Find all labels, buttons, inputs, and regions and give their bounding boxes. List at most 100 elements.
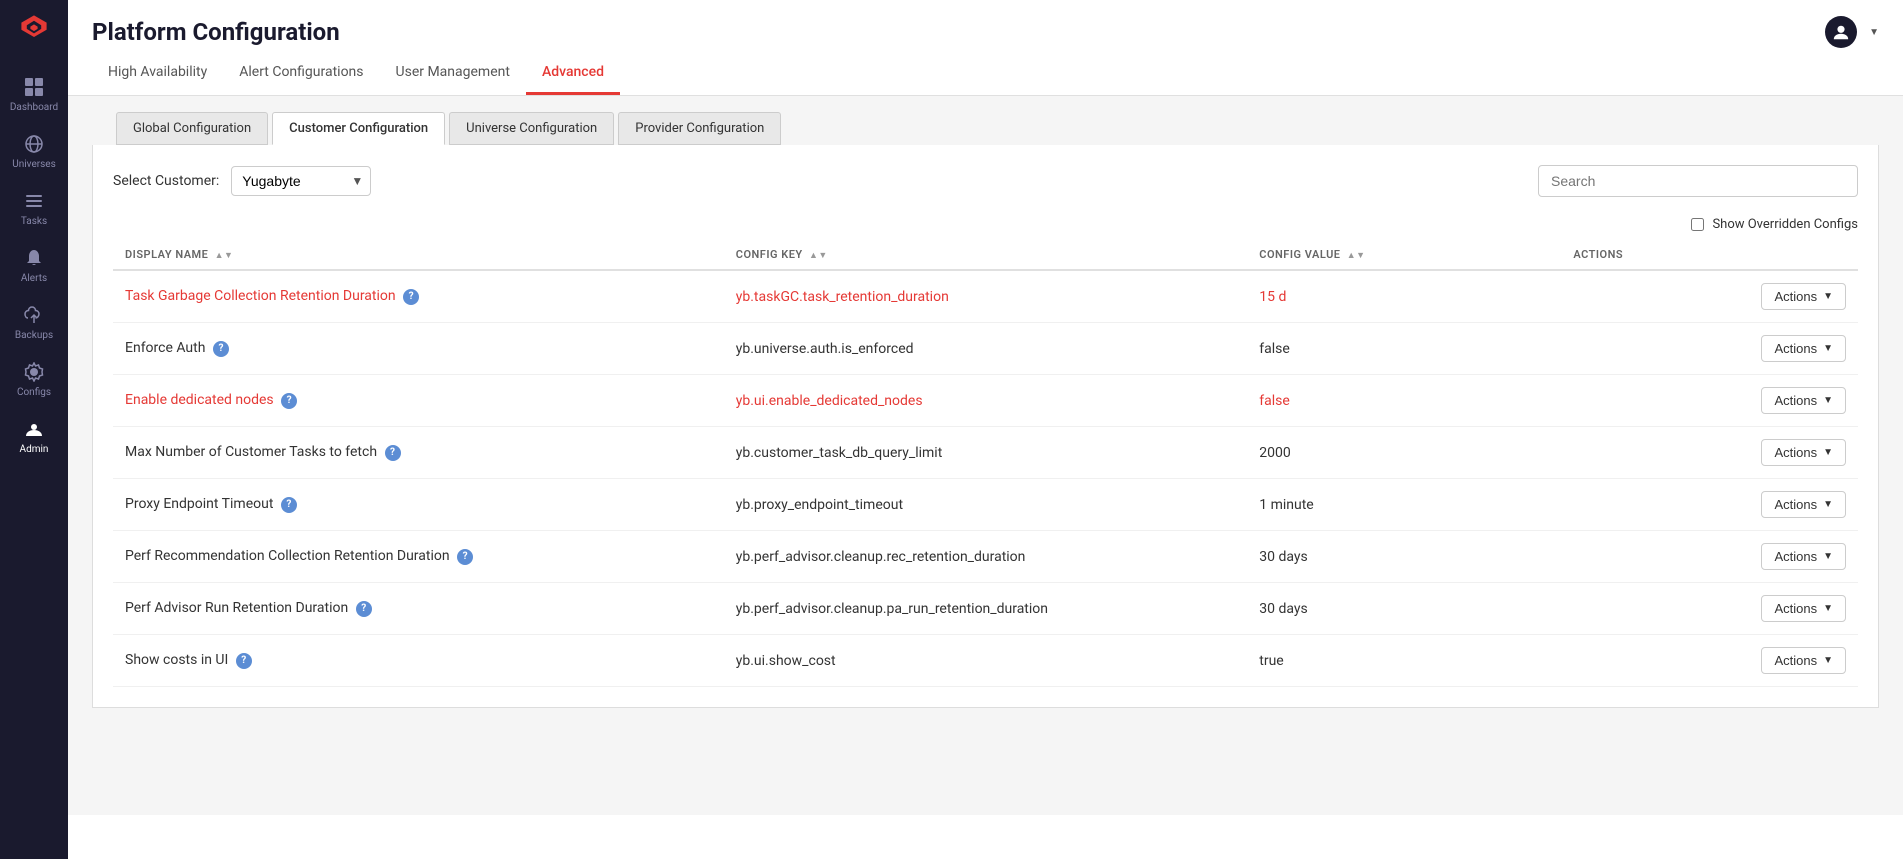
sidebar-item-universes[interactable]: Universes <box>0 123 68 180</box>
actions-dropdown-arrow-5: ▼ <box>1823 551 1833 562</box>
config-value-text-0: 15 d <box>1259 289 1286 305</box>
col-header-config-value: CONFIG VALUE ▲▼ <box>1247 240 1561 270</box>
help-icon-6[interactable]: ? <box>356 601 372 617</box>
table-row: Enable dedicated nodes ? yb.ui.enable_de… <box>113 375 1858 427</box>
tab-advanced[interactable]: Advanced <box>526 52 620 95</box>
show-overridden-checkbox[interactable] <box>1691 218 1704 231</box>
dashboard-icon <box>23 76 45 98</box>
main-content: Platform Configuration ▼ High Availabili… <box>68 0 1903 859</box>
sidebar-item-dashboard-label: Dashboard <box>10 102 58 113</box>
config-key-text-4: yb.proxy_endpoint_timeout <box>736 497 903 513</box>
tab-user-management[interactable]: User Management <box>380 52 526 95</box>
sub-tab-customer-configuration[interactable]: Customer Configuration <box>272 112 445 145</box>
topbar: Platform Configuration ▼ <box>68 0 1903 48</box>
table-row: Show costs in UI ? yb.ui.show_cost true … <box>113 635 1858 687</box>
actions-button-7[interactable]: Actions ▼ <box>1761 647 1846 674</box>
sub-tab-provider-configuration[interactable]: Provider Configuration <box>618 112 781 145</box>
search-input[interactable] <box>1538 165 1858 197</box>
sub-tab-universe-configuration[interactable]: Universe Configuration <box>449 112 614 145</box>
cell-actions-1: Actions ▼ <box>1561 323 1858 375</box>
cell-display-name-6: Perf Advisor Run Retention Duration ? <box>113 583 724 635</box>
cell-actions-5: Actions ▼ <box>1561 531 1858 583</box>
customer-select[interactable]: Yugabyte <box>231 166 371 196</box>
filter-left: Select Customer: Yugabyte ▼ <box>113 166 371 196</box>
customer-filter-label: Select Customer: <box>113 173 219 189</box>
help-icon-7[interactable]: ? <box>236 653 252 669</box>
actions-button-label-3: Actions <box>1774 445 1817 460</box>
help-icon-4[interactable]: ? <box>281 497 297 513</box>
actions-dropdown-arrow-7: ▼ <box>1823 655 1833 666</box>
cell-config-key-3: yb.customer_task_db_query_limit <box>724 427 1248 479</box>
actions-dropdown-arrow-2: ▼ <box>1823 395 1833 406</box>
show-overridden-label[interactable]: Show Overridden Configs <box>1712 217 1858 232</box>
sidebar-item-tasks[interactable]: Tasks <box>0 180 68 237</box>
config-key-text-7: yb.ui.show_cost <box>736 653 836 669</box>
cell-config-value-0: 15 d <box>1247 270 1561 323</box>
actions-dropdown-arrow-1: ▼ <box>1823 343 1833 354</box>
universes-icon <box>23 133 45 155</box>
sidebar-item-configs[interactable]: Configs <box>0 351 68 408</box>
col-header-config-key: CONFIG KEY ▲▼ <box>724 240 1248 270</box>
cell-display-name-4: Proxy Endpoint Timeout ? <box>113 479 724 531</box>
actions-button-6[interactable]: Actions ▼ <box>1761 595 1846 622</box>
col-header-actions: ACTIONS <box>1561 240 1858 270</box>
sidebar-item-admin[interactable]: Admin <box>0 408 68 465</box>
sidebar-item-backups[interactable]: Backups <box>0 294 68 351</box>
cell-actions-7: Actions ▼ <box>1561 635 1858 687</box>
table-row: Task Garbage Collection Retention Durati… <box>113 270 1858 323</box>
backups-icon <box>23 304 45 326</box>
display-name-text-6: Perf Advisor Run Retention Duration <box>125 600 348 616</box>
help-icon-5[interactable]: ? <box>457 549 473 565</box>
sort-display-name-icon[interactable]: ▲▼ <box>215 251 234 261</box>
actions-button-label-4: Actions <box>1774 497 1817 512</box>
config-key-text-0: yb.taskGC.task_retention_duration <box>736 289 949 305</box>
actions-button-label-2: Actions <box>1774 393 1817 408</box>
user-menu-chevron[interactable]: ▼ <box>1869 27 1879 38</box>
cell-config-key-4: yb.proxy_endpoint_timeout <box>724 479 1248 531</box>
sort-config-value-icon[interactable]: ▲▼ <box>1347 251 1366 261</box>
tab-high-availability[interactable]: High Availability <box>92 52 223 95</box>
alerts-icon <box>23 247 45 269</box>
cell-actions-3: Actions ▼ <box>1561 427 1858 479</box>
cell-display-name-1: Enforce Auth ? <box>113 323 724 375</box>
cell-actions-0: Actions ▼ <box>1561 270 1858 323</box>
user-avatar[interactable] <box>1825 16 1857 48</box>
sort-config-key-icon[interactable]: ▲▼ <box>809 251 828 261</box>
actions-button-2[interactable]: Actions ▼ <box>1761 387 1846 414</box>
actions-button-label-7: Actions <box>1774 653 1817 668</box>
cell-actions-4: Actions ▼ <box>1561 479 1858 531</box>
sidebar-item-alerts[interactable]: Alerts <box>0 237 68 294</box>
table-row: Enforce Auth ? yb.universe.auth.is_enfor… <box>113 323 1858 375</box>
sidebar-item-dashboard[interactable]: Dashboard <box>0 66 68 123</box>
admin-icon <box>23 418 45 440</box>
help-icon-0[interactable]: ? <box>403 289 419 305</box>
sub-tab-global-configuration[interactable]: Global Configuration <box>116 112 268 145</box>
display-name-text-0[interactable]: Task Garbage Collection Retention Durati… <box>125 288 396 304</box>
display-name-text-2[interactable]: Enable dedicated nodes <box>125 392 274 408</box>
help-icon-3[interactable]: ? <box>385 445 401 461</box>
actions-button-3[interactable]: Actions ▼ <box>1761 439 1846 466</box>
logo[interactable] <box>16 10 52 50</box>
sidebar-item-universes-label: Universes <box>12 159 56 170</box>
config-value-text-5: 30 days <box>1259 549 1307 565</box>
sidebar: Dashboard Universes Tasks <box>0 0 68 859</box>
display-name-text-3: Max Number of Customer Tasks to fetch <box>125 444 377 460</box>
config-value-text-7: true <box>1259 653 1283 669</box>
help-icon-1[interactable]: ? <box>213 341 229 357</box>
config-key-text-3: yb.customer_task_db_query_limit <box>736 445 943 461</box>
config-key-text-5: yb.perf_advisor.cleanup.rec_retention_du… <box>736 549 1026 565</box>
actions-button-0[interactable]: Actions ▼ <box>1761 283 1846 310</box>
table-row: Perf Advisor Run Retention Duration ? yb… <box>113 583 1858 635</box>
main-tabs: High Availability Alert Configurations U… <box>68 52 1903 96</box>
table-row: Perf Recommendation Collection Retention… <box>113 531 1858 583</box>
config-key-text-6: yb.perf_advisor.cleanup.pa_run_retention… <box>736 601 1048 617</box>
actions-button-5[interactable]: Actions ▼ <box>1761 543 1846 570</box>
actions-button-4[interactable]: Actions ▼ <box>1761 491 1846 518</box>
display-name-text-7: Show costs in UI <box>125 652 228 668</box>
config-value-text-1: false <box>1259 341 1290 357</box>
help-icon-2[interactable]: ? <box>281 393 297 409</box>
actions-button-label-0: Actions <box>1774 289 1817 304</box>
actions-button-1[interactable]: Actions ▼ <box>1761 335 1846 362</box>
tab-alert-configurations[interactable]: Alert Configurations <box>223 52 379 95</box>
show-overridden-row: Show Overridden Configs <box>113 217 1858 232</box>
